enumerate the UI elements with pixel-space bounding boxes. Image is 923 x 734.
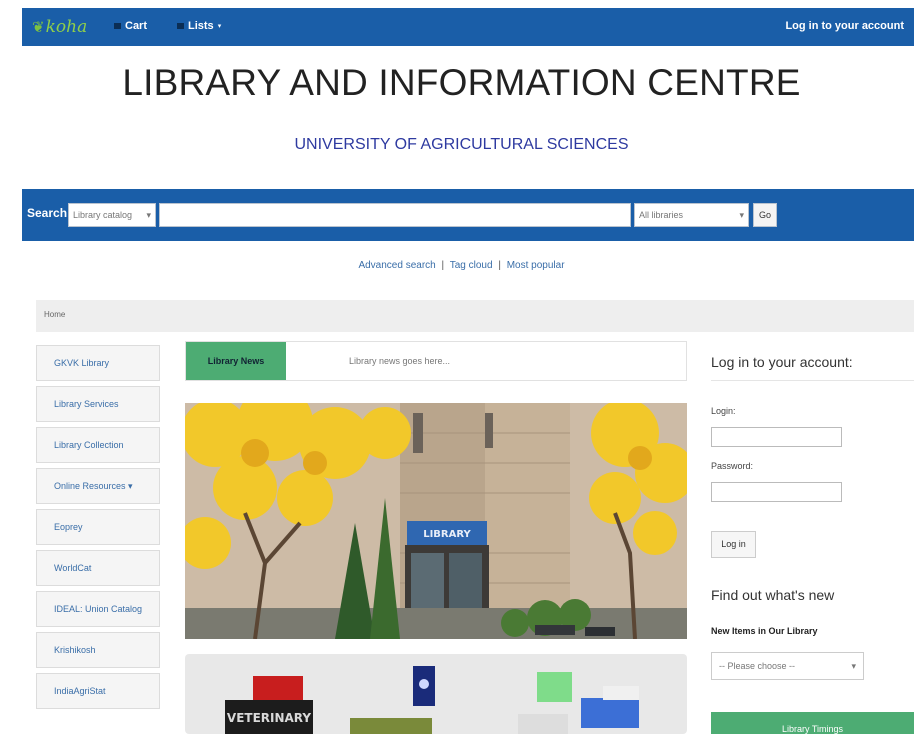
login-link[interactable]: Log in to your account bbox=[785, 20, 904, 32]
new-items-select[interactable]: -- Please choose -- ▾ bbox=[711, 652, 864, 680]
site-subtitle: UNIVERSITY OF AGRICULTURAL SCIENCES bbox=[294, 136, 629, 153]
advanced-search-link[interactable]: Advanced search bbox=[358, 260, 435, 271]
cart-button[interactable]: Cart bbox=[114, 20, 147, 32]
news-text: Library news goes here... bbox=[349, 356, 451, 366]
sidebar-item-eoprey[interactable]: Eoprey bbox=[36, 509, 160, 545]
catalog-select[interactable]: Library catalog ▾ bbox=[68, 203, 156, 227]
go-button[interactable]: Go bbox=[753, 203, 777, 227]
news-bar: Library News Library news goes here... bbox=[185, 341, 687, 381]
search-bar: Search Library catalog ▾ All libraries ▾… bbox=[22, 189, 914, 241]
tag-cloud-link[interactable]: Tag cloud bbox=[450, 260, 493, 271]
chevron-down-icon: ▾ bbox=[851, 661, 856, 671]
top-navbar: ❦koha Cart Lists ▾ Log in to your accoun… bbox=[22, 8, 914, 46]
sidebar-item-krishikosh[interactable]: Krishikosh bbox=[36, 632, 160, 668]
libraries-select[interactable]: All libraries ▾ bbox=[634, 203, 749, 227]
svg-text:LIBRARY: LIBRARY bbox=[423, 529, 471, 540]
sidebar-item-online-resources[interactable]: Online Resources ▾ bbox=[36, 468, 160, 504]
lists-menu[interactable]: Lists ▾ bbox=[177, 20, 221, 32]
login-button[interactable]: Log in bbox=[711, 531, 756, 558]
featured-books-carousel: VETERINARY bbox=[185, 654, 687, 734]
whats-new-heading: Find out what's new bbox=[711, 587, 835, 603]
cart-icon bbox=[114, 23, 121, 29]
sidebar-item-indiaagristat[interactable]: IndiaAgriStat bbox=[36, 673, 160, 709]
link-separator: | bbox=[498, 260, 501, 271]
password-field[interactable] bbox=[711, 482, 842, 502]
password-label: Password: bbox=[711, 461, 754, 471]
link-separator: | bbox=[441, 260, 445, 271]
search-label: Search bbox=[27, 206, 68, 220]
most-popular-link[interactable]: Most popular bbox=[507, 260, 565, 271]
breadcrumb: Home bbox=[36, 300, 914, 332]
site-title: LIBRARY AND INFORMATION CENTRE bbox=[122, 62, 801, 103]
book-covers: VETERINARY bbox=[225, 666, 639, 734]
library-timings-button[interactable]: Library Timings bbox=[711, 712, 914, 734]
sidebar-item-ideal-union-catalog[interactable]: IDEAL: Union Catalog bbox=[36, 591, 160, 627]
leaf-icon: ❦ bbox=[32, 18, 45, 36]
login-label: Login: bbox=[711, 406, 736, 416]
list-icon bbox=[177, 23, 184, 29]
svg-text:VETERINARY: VETERINARY bbox=[227, 711, 311, 725]
chevron-down-icon: ▾ bbox=[739, 209, 744, 220]
sidebar-item-library-services[interactable]: Library Services bbox=[36, 386, 160, 422]
library-building-photo: LIBRARY bbox=[185, 403, 687, 639]
breadcrumb-home[interactable]: Home bbox=[44, 310, 65, 319]
chevron-down-icon: ▾ bbox=[217, 23, 222, 30]
sidebar: GKVK Library Library Services Library Co… bbox=[36, 345, 160, 714]
sidebar-item-worldcat[interactable]: WorldCat bbox=[36, 550, 160, 586]
login-heading: Log in to your account: bbox=[711, 354, 853, 370]
sidebar-item-gkvk-library[interactable]: GKVK Library bbox=[36, 345, 160, 381]
chevron-down-icon: ▾ bbox=[146, 209, 151, 220]
library-news-tab[interactable]: Library News bbox=[186, 342, 286, 380]
building-illustration: LIBRARY bbox=[185, 403, 687, 639]
search-links: Advanced search | Tag cloud | Most popul… bbox=[0, 260, 923, 271]
divider bbox=[711, 380, 914, 381]
login-field[interactable] bbox=[711, 427, 842, 447]
sidebar-item-library-collection[interactable]: Library Collection bbox=[36, 427, 160, 463]
new-items-label: New Items in Our Library bbox=[711, 626, 818, 636]
search-input[interactable] bbox=[159, 203, 631, 227]
koha-logo[interactable]: ❦koha bbox=[32, 17, 87, 37]
